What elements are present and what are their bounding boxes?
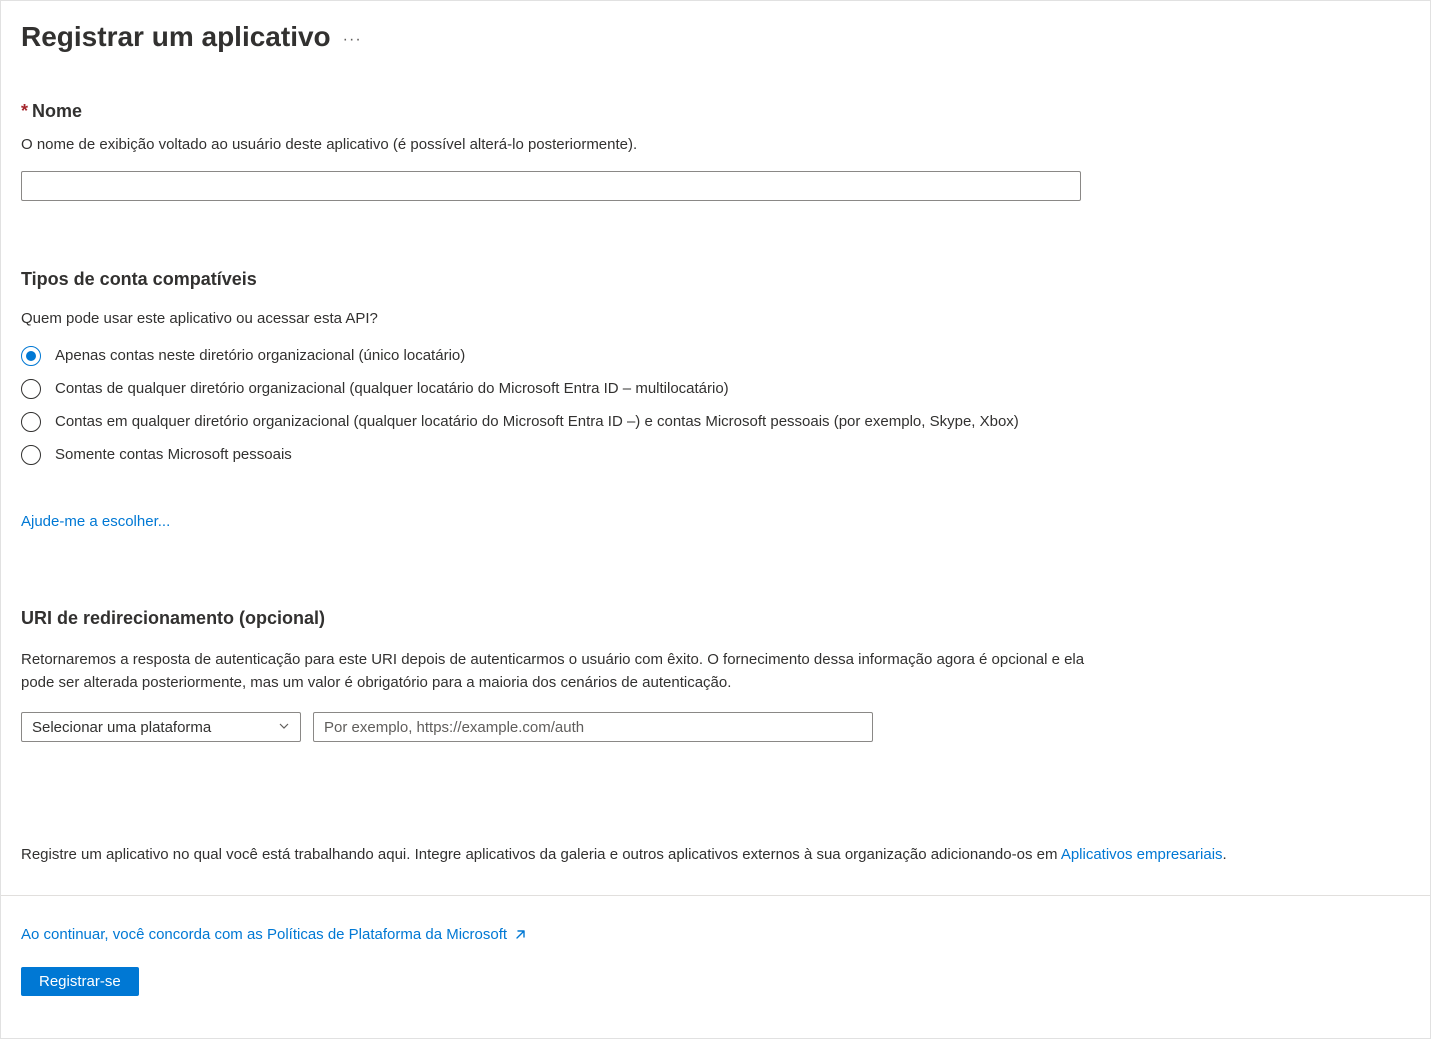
radio-multi-tenant[interactable]: Contas de qualquer diretório organizacio… bbox=[21, 378, 1410, 399]
page-title: Registrar um aplicativo bbox=[21, 21, 331, 53]
help-me-choose-link[interactable]: Ajude-me a escolher... bbox=[21, 513, 170, 530]
radio-personal-only[interactable]: Somente contas Microsoft pessoais bbox=[21, 444, 1410, 465]
radio-label: Apenas contas neste diretório organizaci… bbox=[55, 345, 465, 366]
redirect-uri-heading: URI de redirecionamento (opcional) bbox=[21, 608, 1410, 629]
more-icon[interactable]: ··· bbox=[343, 25, 362, 49]
account-types-question: Quem pode usar este aplicativo ou acessa… bbox=[21, 310, 1410, 327]
radio-icon bbox=[21, 346, 41, 366]
divider bbox=[1, 895, 1430, 896]
account-types-radio-group: Apenas contas neste diretório organizaci… bbox=[21, 345, 1410, 465]
platform-select-label: Selecionar uma plataforma bbox=[32, 719, 211, 736]
account-types-heading: Tipos de conta compatíveis bbox=[21, 269, 1410, 290]
redirect-uri-section: URI de redirecionamento (opcional) Retor… bbox=[21, 608, 1410, 742]
account-types-section: Tipos de conta compatíveis Quem pode usa… bbox=[21, 269, 1410, 530]
radio-label: Contas em qualquer diretório organizacio… bbox=[55, 411, 1019, 432]
platform-select[interactable]: Selecionar uma plataforma bbox=[21, 712, 301, 742]
radio-icon bbox=[21, 412, 41, 432]
name-section: *Nome O nome de exibição voltado ao usuá… bbox=[21, 101, 1410, 201]
radio-label: Contas de qualquer diretório organizacio… bbox=[55, 378, 729, 399]
chevron-down-icon bbox=[278, 720, 290, 735]
external-link-icon bbox=[513, 928, 527, 942]
radio-icon bbox=[21, 445, 41, 465]
gallery-note: Registre um aplicativo no qual você está… bbox=[21, 846, 1410, 863]
required-asterisk: * bbox=[21, 101, 28, 121]
enterprise-apps-link[interactable]: Aplicativos empresariais bbox=[1061, 846, 1223, 863]
name-description: O nome de exibição voltado ao usuário de… bbox=[21, 136, 1410, 153]
radio-label: Somente contas Microsoft pessoais bbox=[55, 444, 292, 465]
redirect-uri-description: Retornaremos a resposta de autenticação … bbox=[21, 649, 1101, 694]
register-button[interactable]: Registrar-se bbox=[21, 967, 139, 996]
radio-multi-tenant-personal[interactable]: Contas em qualquer diretório organizacio… bbox=[21, 411, 1410, 432]
radio-icon bbox=[21, 379, 41, 399]
name-label: *Nome bbox=[21, 101, 1410, 122]
radio-single-tenant[interactable]: Apenas contas neste diretório organizaci… bbox=[21, 345, 1410, 366]
name-input[interactable] bbox=[21, 171, 1081, 201]
platform-policy-link[interactable]: Ao continuar, você concorda com as Polít… bbox=[21, 926, 527, 943]
redirect-uri-input[interactable] bbox=[313, 712, 873, 742]
